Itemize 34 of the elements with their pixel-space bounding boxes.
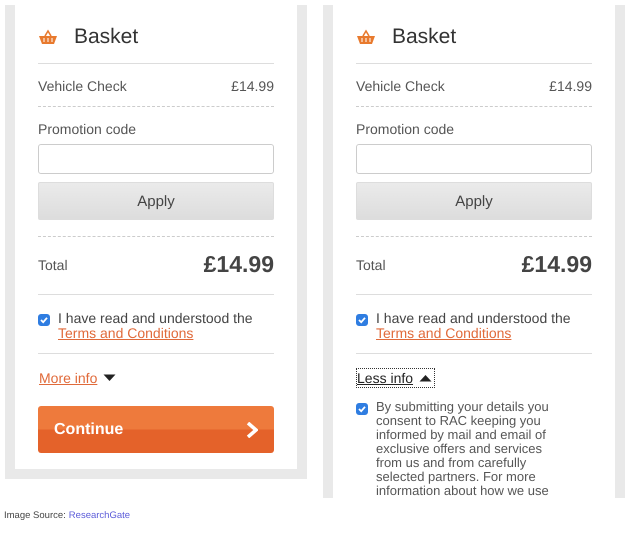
item-name: Vehicle Check: [356, 78, 445, 94]
chevron-right-icon: [246, 422, 258, 438]
promo-code-field[interactable]: [38, 144, 274, 174]
caret-up-icon: [419, 374, 432, 382]
basket-title: Basket: [392, 25, 456, 49]
basket-icon: [38, 29, 58, 45]
total-value: £14.99: [204, 251, 274, 278]
apply-button[interactable]: Apply: [356, 182, 592, 220]
continue-button[interactable]: Continue: [38, 406, 274, 453]
item-price: £14.99: [231, 78, 274, 94]
total-label: Total: [38, 256, 68, 272]
terms-checkbox[interactable]: [356, 314, 368, 326]
total-value: £14.99: [522, 251, 592, 278]
caption-label: Image Source:: [4, 510, 66, 521]
caret-down-icon: [103, 374, 116, 382]
promo-code-field[interactable]: [356, 144, 592, 174]
consent-text: By submitting your details you consent to RAC keeping you informed by mail and email of exclusive offers and services from us and from carefully selected partners. For more information about how we use: [376, 400, 550, 498]
basket-icon: [356, 29, 376, 45]
terms-text: I have read and understood the Terms and Conditions: [376, 311, 572, 341]
terms-link[interactable]: Terms and Conditions: [58, 325, 194, 341]
promo-label: Promotion code: [356, 121, 456, 137]
total-label: Total: [356, 256, 386, 272]
info-toggle[interactable]: More info: [38, 368, 120, 388]
terms-checkbox[interactable]: [38, 314, 50, 326]
source-link[interactable]: ResearchGate: [68, 510, 130, 521]
item-price: £14.99: [549, 78, 592, 94]
apply-button[interactable]: Apply: [38, 182, 274, 220]
terms-link[interactable]: Terms and Conditions: [376, 325, 512, 341]
info-toggle[interactable]: Less info: [356, 368, 436, 388]
consent-checkbox[interactable]: [356, 403, 368, 415]
promo-label: Promotion code: [38, 121, 138, 137]
item-name: Vehicle Check: [38, 78, 127, 94]
terms-text: I have read and understood the Terms and Conditions: [58, 311, 254, 341]
basket-title: Basket: [74, 25, 138, 49]
